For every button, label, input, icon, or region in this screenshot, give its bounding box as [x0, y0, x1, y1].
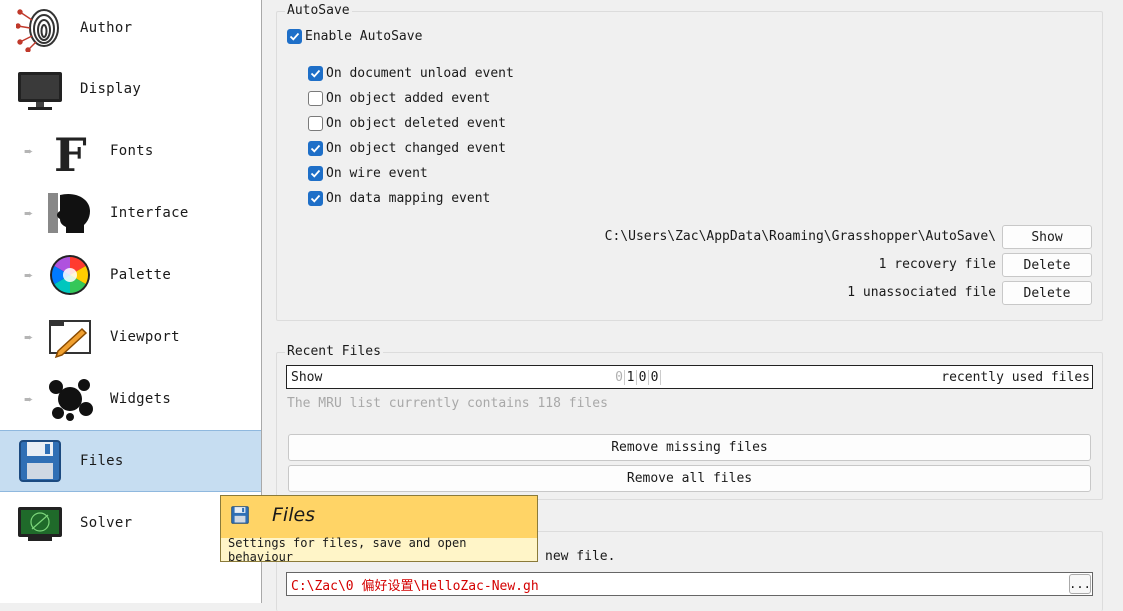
svg-text:F: F [54, 128, 87, 175]
sidebar-item-viewport[interactable]: ➨ Viewport [0, 306, 261, 368]
splat-icon [46, 375, 94, 423]
slider-prefix: Show [291, 369, 323, 385]
event-checkbox[interactable]: On data mapping event [308, 189, 490, 207]
checkbox-box[interactable] [308, 115, 323, 131]
group-title: AutoSave [285, 3, 352, 18]
delete-recovery-button[interactable]: Delete [1002, 253, 1092, 277]
tooltip-title: Files [272, 504, 316, 526]
sidebar-item-label: Solver [80, 515, 133, 531]
slider-digit[interactable]: 0 [637, 369, 649, 385]
slider-suffix: recently used files [941, 369, 1090, 385]
delete-unassociated-button[interactable]: Delete [1002, 281, 1092, 305]
slider-digit[interactable]: 0 [614, 369, 625, 385]
font-icon: F [46, 127, 94, 175]
checkbox-box[interactable] [308, 190, 323, 206]
group-title: Recent Files [285, 344, 383, 359]
sidebar-item-palette[interactable]: ➨ Palette [0, 244, 261, 306]
viewport-pencil-icon [46, 313, 94, 361]
template-file-field[interactable]: C:\Zac\0 偏好设置\HelloZac-New.gh ... [286, 572, 1093, 596]
event-checkbox[interactable]: On wire event [308, 164, 428, 182]
arrow-bullet-icon: ➨ [24, 392, 34, 406]
checkbox-label: On data mapping event [326, 190, 491, 206]
sidebar-item-label: Palette [110, 267, 172, 283]
mru-count-slider[interactable]: Show 0 1 0 0 recently used files [286, 365, 1093, 389]
radar-screen-icon [16, 499, 64, 547]
checkbox-label: Enable AutoSave [305, 28, 423, 44]
event-checkbox[interactable]: On document unload event [308, 64, 514, 82]
arrow-bullet-icon: ➨ [24, 206, 34, 220]
color-wheel-icon [46, 251, 94, 299]
tooltip-description: Settings for files, save and open behavi… [221, 536, 537, 564]
autosave-path: C:\Users\Zac\AppData\Roaming\Grasshopper… [604, 229, 996, 244]
unassociated-file-count: 1 unassociated file [847, 285, 996, 300]
sidebar-item-label: Fonts [110, 143, 154, 159]
enable-autosave-checkbox[interactable]: Enable AutoSave [287, 27, 422, 45]
remove-all-files-button[interactable]: Remove all files [288, 465, 1091, 492]
sidebar-item-label: Viewport [110, 329, 180, 345]
checkbox-box[interactable] [308, 65, 323, 81]
arrow-bullet-icon: ➨ [24, 268, 34, 282]
checkbox-box[interactable] [308, 90, 323, 106]
sidebar-item-label: Author [80, 20, 133, 36]
arrow-bullet-icon: ➨ [24, 330, 34, 344]
checkbox-box[interactable] [287, 28, 302, 44]
template-path-value: C:\Zac\0 偏好设置\HelloZac-New.gh [291, 578, 539, 594]
checkbox-box[interactable] [308, 165, 323, 181]
sidebar-item-fonts[interactable]: ➨ F Fonts [0, 120, 261, 182]
slider-digit[interactable]: 1 [625, 369, 637, 385]
checkbox-label: On object changed event [326, 140, 507, 156]
template-hint-text: new file. [545, 549, 616, 564]
floppy-disk-icon [16, 437, 64, 485]
sidebar-item-files[interactable]: Files [0, 430, 261, 492]
checkbox-label: On object added event [326, 90, 491, 106]
autosave-group: AutoSave Enable AutoSave On document unl… [276, 3, 1103, 321]
head-profile-icon [46, 189, 94, 237]
fingerprint-icon [16, 4, 64, 52]
sidebar-item-label: Display [80, 81, 142, 97]
sidebar-item-display[interactable]: Display [0, 58, 261, 120]
remove-missing-files-button[interactable]: Remove missing files [288, 434, 1091, 461]
sidebar-item-author[interactable]: Author [0, 0, 261, 59]
browse-button[interactable]: ... [1069, 574, 1091, 594]
show-autosave-folder-button[interactable]: Show [1002, 225, 1092, 249]
recovery-file-count: 1 recovery file [878, 257, 996, 272]
event-checkbox[interactable]: On object changed event [308, 139, 506, 157]
floppy-disk-icon [230, 505, 250, 529]
checkbox-label: On document unload event [326, 65, 514, 81]
checkbox-label: On object deleted event [326, 115, 507, 131]
sidebar-item-label: Widgets [110, 391, 172, 407]
arrow-bullet-icon: ➨ [24, 144, 34, 158]
slider-digit[interactable]: 0 [649, 369, 661, 385]
checkbox-box[interactable] [308, 140, 323, 156]
files-tooltip: Files Settings for files, save and open … [220, 495, 538, 564]
sidebar-item-label: Files [80, 453, 124, 469]
sidebar-item-widgets[interactable]: ➨ Widgets [0, 368, 261, 430]
event-checkbox[interactable]: On object added event [308, 89, 490, 107]
checkbox-label: On wire event [326, 165, 428, 181]
sidebar-item-label: Interface [110, 205, 189, 221]
mru-info-text: The MRU list currently contains 118 file… [287, 396, 608, 411]
sidebar-item-interface[interactable]: ➨ Interface [0, 182, 261, 244]
event-checkbox[interactable]: On object deleted event [308, 114, 506, 132]
monitor-icon [16, 65, 64, 113]
